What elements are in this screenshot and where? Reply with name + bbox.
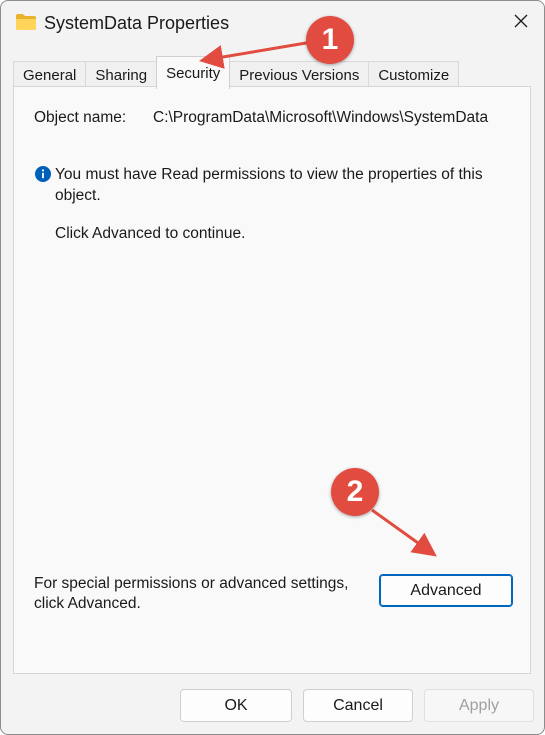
title-bar: SystemData Properties: [1, 1, 544, 45]
annotation-badge-1: 1: [306, 16, 354, 64]
tab-general[interactable]: General: [13, 61, 87, 89]
folder-icon: [15, 13, 37, 31]
object-name-value: C:\ProgramData\Microsoft\Windows\SystemD…: [153, 109, 489, 126]
annotation-badge-2: 2: [331, 468, 379, 516]
info-icon: [35, 166, 51, 182]
properties-dialog: SystemData Properties General Sharing Se…: [0, 0, 545, 735]
advanced-button[interactable]: Advanced: [379, 574, 513, 607]
apply-button[interactable]: Apply: [424, 689, 534, 722]
object-name-label: Object name:: [34, 109, 127, 126]
permission-info-message: You must have Read permissions to view t…: [55, 166, 483, 204]
close-icon: [514, 14, 528, 33]
tab-strip: General Sharing Security Previous Versio…: [13, 56, 460, 89]
tab-previous-versions[interactable]: Previous Versions: [229, 61, 370, 89]
continue-message: Click Advanced to continue.: [55, 225, 246, 242]
tab-customize[interactable]: Customize: [368, 61, 460, 89]
tab-sharing[interactable]: Sharing: [85, 61, 158, 89]
tab-security[interactable]: Security: [156, 56, 231, 89]
cancel-button[interactable]: Cancel: [303, 689, 413, 722]
special-permissions-message: For special permissions or advanced sett…: [34, 575, 349, 612]
ok-button[interactable]: OK: [180, 689, 292, 722]
window-title: SystemData Properties: [44, 13, 230, 33]
close-button[interactable]: [498, 1, 544, 45]
security-panel: Object name: C:\ProgramData\Microsoft\Wi…: [13, 86, 531, 674]
